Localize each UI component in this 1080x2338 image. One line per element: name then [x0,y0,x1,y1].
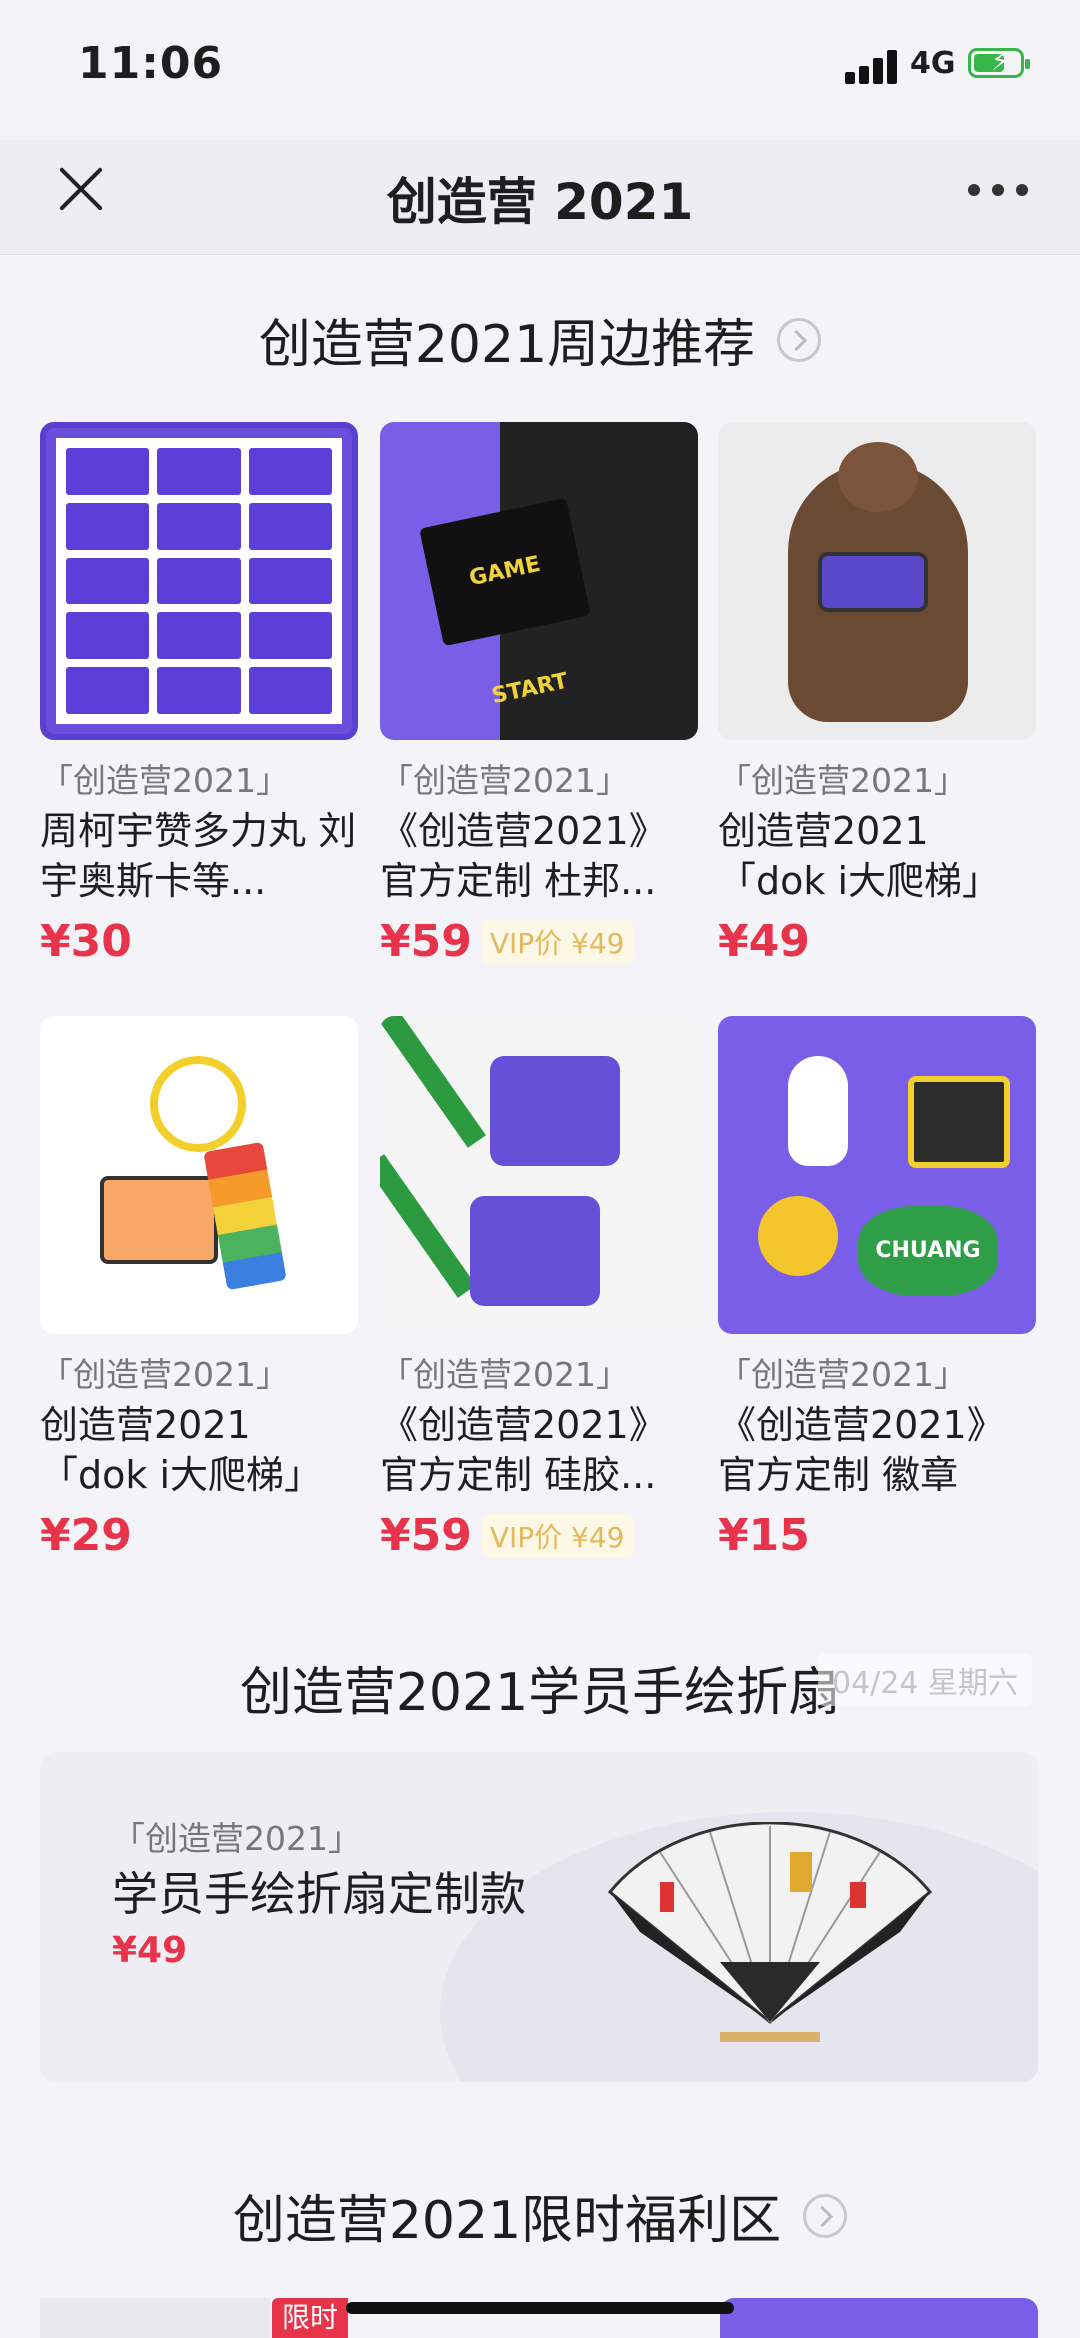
section-deals-header[interactable]: 创造营2021限时福利区 [0,2178,1080,2253]
product-brand: 「创造营2021」 [40,761,289,800]
more-icon[interactable] [968,184,1028,198]
section-merch-header[interactable]: 创造营2021周边推荐 [0,302,1080,377]
signal-icon [845,48,901,84]
product-image[interactable]: GAME START [380,422,698,740]
banner-brand: 「创造营2021」 [112,1819,361,1858]
vip-price-badge: VIP价 ¥49 [481,919,633,964]
promo-banner[interactable]: 「创造营2021」 学员手绘折扇定制款 ¥49 [40,1752,1038,2082]
product-price: ¥29 [40,1510,132,1561]
product-image[interactable] [380,1016,698,1334]
chevron-right-icon[interactable] [803,2193,848,2238]
home-indicator[interactable] [346,2302,734,2314]
product-image[interactable] [40,1016,358,1334]
status-bar: 11:06 4G ⚡ [0,0,1080,140]
product-card[interactable]: GAME START 「创造营2021」 《创造营2021》 官方定制 杜邦..… [380,422,698,967]
limited-time-tag: 限时 [272,2298,348,2338]
nav-bar: 创造营 2021 [0,140,1080,255]
product-name: 《创造营2021》 官方定制 徽章 [718,1403,1005,1497]
product-name: 周柯宇赞多力丸 刘宇奥斯卡等... [40,809,357,903]
banner-title: 学员手绘折扇定制款 [112,1867,526,1921]
network-type: 4G [910,46,956,81]
section-merch-title: 创造营2021周边推荐 [258,315,756,375]
product-brand: 「创造营2021」 [380,1355,629,1394]
product-card[interactable]: 「创造营2021」 创造营2021「dok i大爬梯」粉丝... ¥49 [718,422,1036,967]
section-deals-title: 创造营2021限时福利区 [232,2191,782,2251]
deal-item-thumb[interactable] [40,2298,270,2338]
product-name: 《创造营2021》 官方定制 杜邦... [380,809,667,903]
product-price: ¥15 [718,1510,810,1561]
folding-fan-image [607,1822,933,2042]
product-price: ¥30 [40,916,132,967]
product-price: ¥59 [380,1510,472,1561]
product-name: 创造营2021「dok i大爬梯」粉丝... [40,1403,323,1497]
date-overlay: 04/24 星期六 [818,1654,1032,1706]
product-image[interactable] [718,422,1036,740]
product-brand: 「创造营2021」 [380,761,629,800]
page-title: 创造营 2021 [386,173,694,231]
deal-item-thumb[interactable] [720,2298,1038,2338]
product-brand: 「创造营2021」 [718,761,967,800]
section-fan-title: 创造营2021学员手绘折扇 [239,1663,841,1723]
product-price: ¥59 [380,916,472,967]
product-card[interactable]: CHUANG 「创造营2021」 《创造营2021》 官方定制 徽章 ¥15 [718,1016,1036,1561]
product-name: 创造营2021「dok i大爬梯」粉丝... [718,809,1001,903]
status-time: 11:06 [78,38,224,89]
banner-price: ¥49 [112,1930,188,1971]
product-price: ¥49 [718,916,810,967]
product-card[interactable]: 「创造营2021」 创造营2021「dok i大爬梯」粉丝... ¥29 [40,1016,358,1561]
product-name: 《创造营2021》 官方定制 硅胶... [380,1403,667,1497]
chevron-right-icon[interactable] [777,317,822,362]
product-brand: 「创造营2021」 [718,1355,967,1394]
product-image[interactable]: CHUANG [718,1016,1036,1334]
vip-price-badge: VIP价 ¥49 [481,1513,633,1558]
badge-print-text: CHUANG [858,1206,998,1296]
battery-icon: ⚡ [968,47,1030,78]
product-card[interactable]: 「创造营2021」 《创造营2021》 官方定制 硅胶... ¥59 VIP价 ¥… [380,1016,698,1561]
product-card[interactable]: 「创造营2021」 周柯宇赞多力丸 刘宇奥斯卡等... ¥30 [40,422,358,967]
product-image[interactable] [40,422,358,740]
product-brand: 「创造营2021」 [40,1355,289,1394]
